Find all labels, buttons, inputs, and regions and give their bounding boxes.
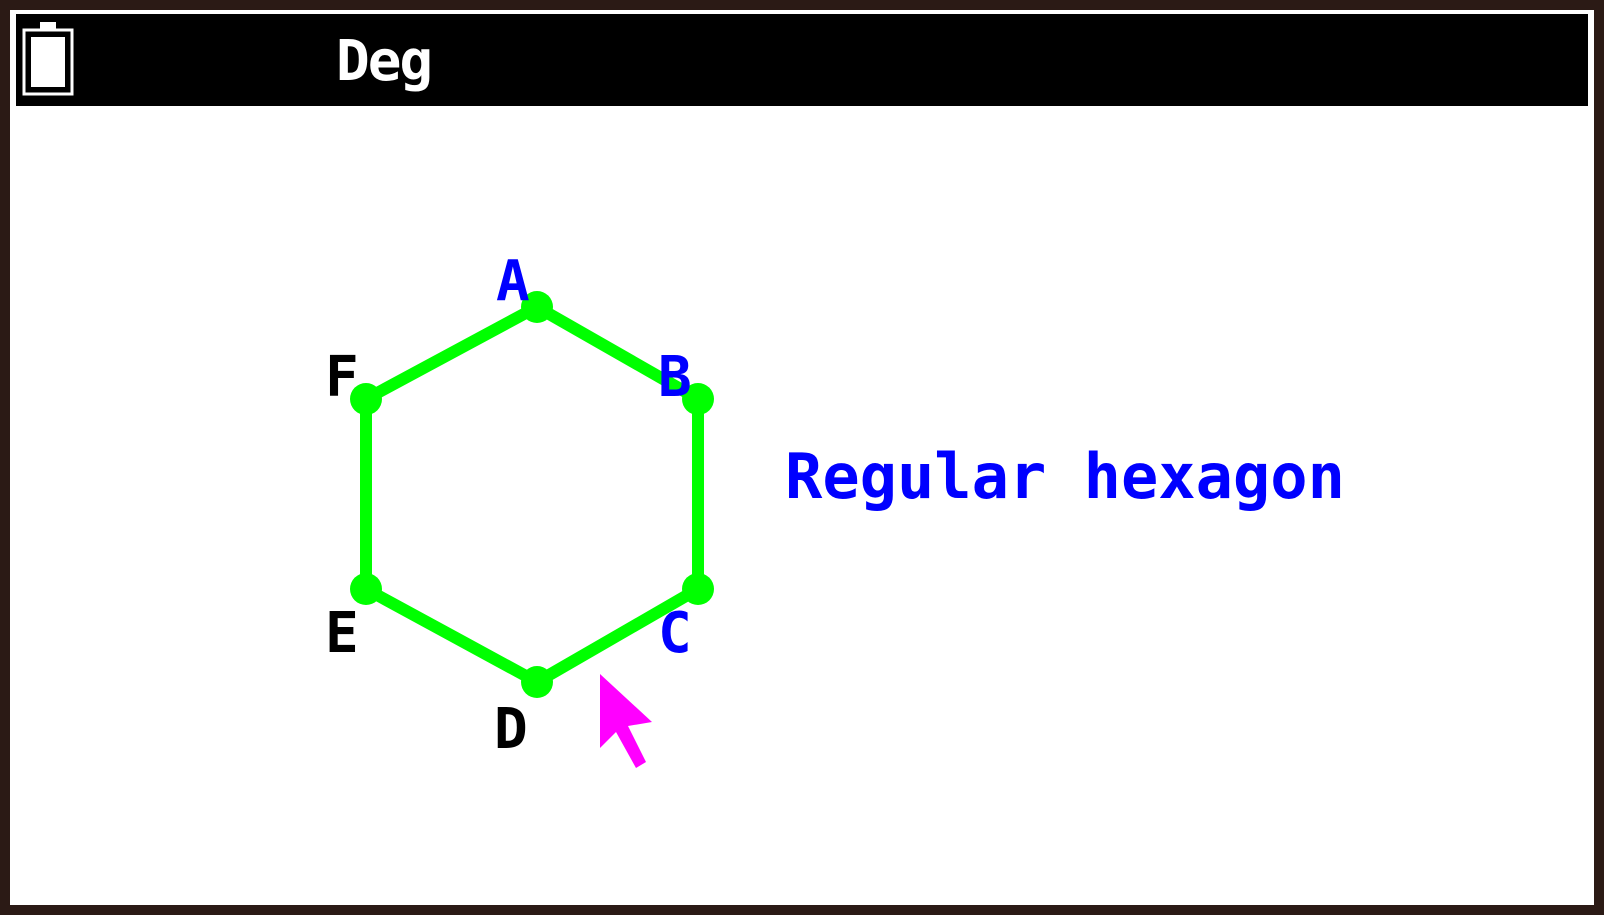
geometry-canvas[interactable]: A B C D E F Regular hexagon (10, 10, 1594, 905)
vertex-point-d[interactable] (521, 666, 553, 698)
vertex-label-b[interactable]: B (658, 345, 692, 410)
vertex-label-d[interactable]: D (494, 697, 528, 762)
hexagon-shape[interactable] (360, 301, 704, 688)
vertex-label-a[interactable]: A (496, 249, 530, 314)
vertex-label-c[interactable]: C (658, 601, 692, 666)
calculator-screen: Deg A B C D E F Regular hexagon (10, 10, 1594, 905)
vertex-label-e[interactable]: E (325, 601, 359, 666)
vertex-label-f[interactable]: F (325, 345, 359, 410)
shape-name-label[interactable]: Regular hexagon (785, 440, 1345, 513)
pointer-arrow-icon (600, 674, 652, 768)
